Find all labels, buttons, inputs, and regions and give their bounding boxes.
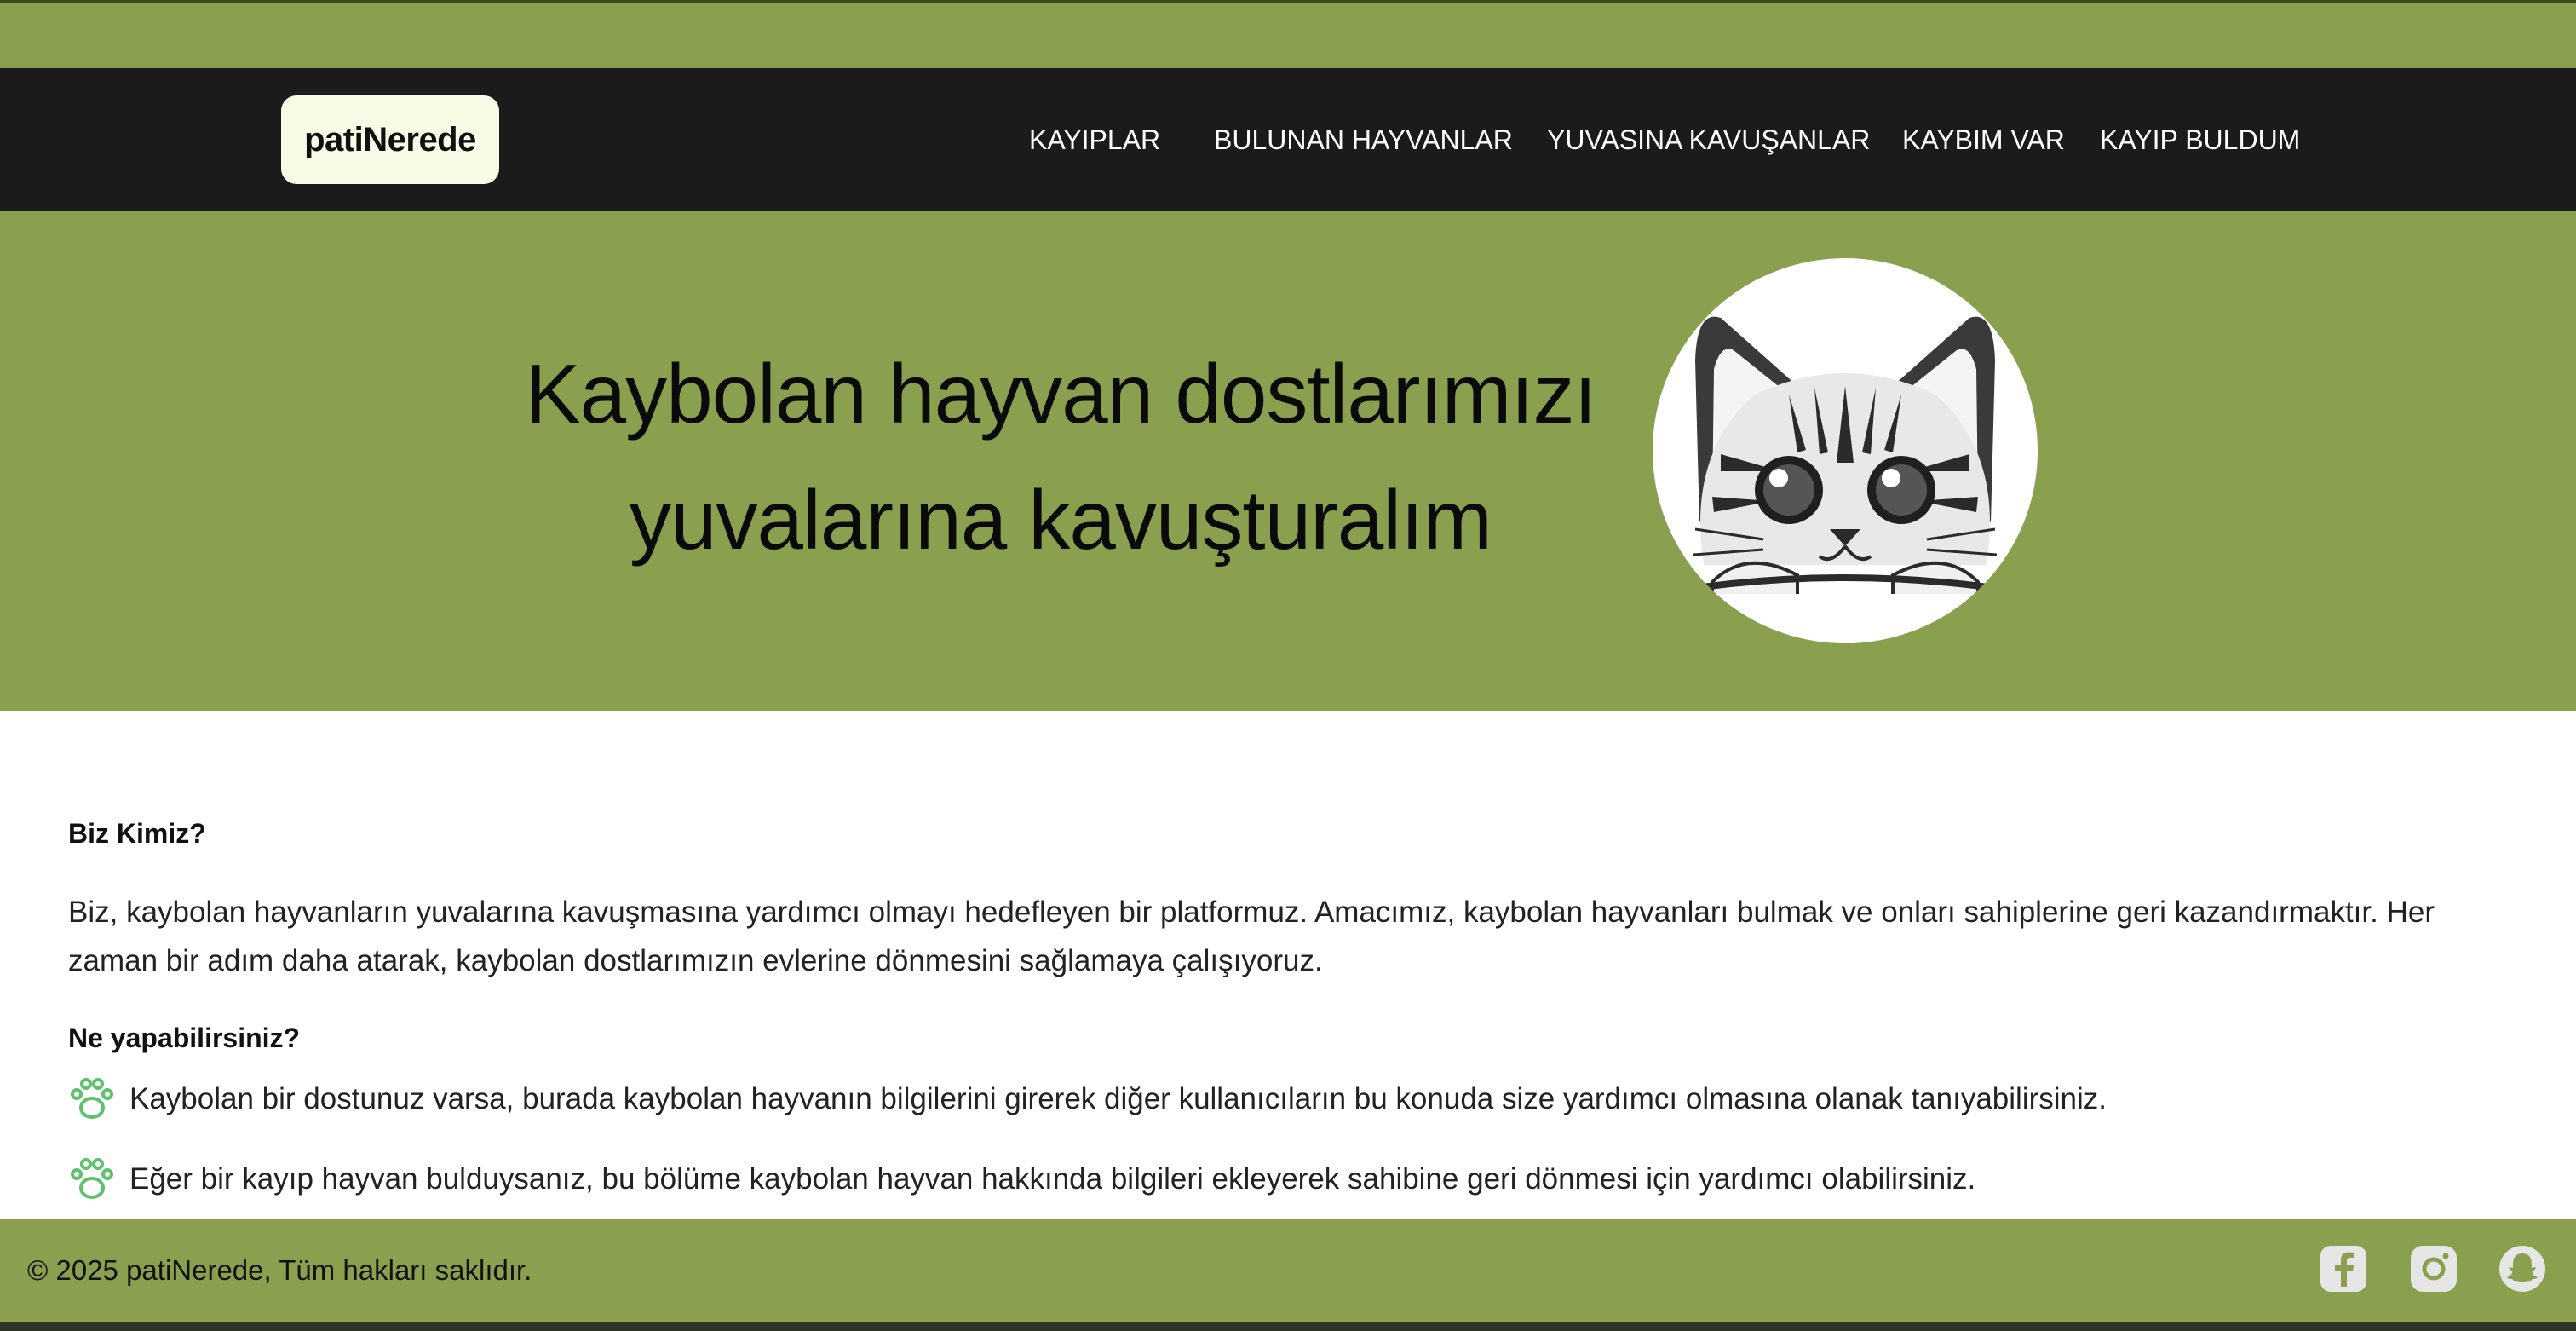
list-item: Eğer bir kayıp hayvan bulduysanız, bu bö… (68, 1154, 1975, 1205)
main-content: Biz Kimiz? Biz, kaybolan hayvanların yuv… (0, 711, 2576, 1219)
navbar: patiNerede KAYIPLAR BULUNAN HAYVANLAR YU… (0, 68, 2576, 211)
hero-section: Kaybolan hayvan dostlarımızı yuvalarına … (0, 211, 2576, 711)
bottom-strip (0, 1322, 2576, 1331)
cat-icon (1653, 316, 2038, 643)
about-paragraph-line2: zaman bir adım daha atarak, kaybolan dos… (68, 944, 1323, 977)
about-paragraph-line1: Biz, kaybolan hayvanların yuvalarına kav… (68, 896, 2435, 929)
hero-title-line2: yuvalarına kavuşturalım (630, 473, 1492, 567)
paw-icon (71, 1078, 113, 1119)
list-item-text: Kaybolan bir dostunuz varsa, burada kayb… (129, 1082, 2107, 1115)
about-paragraph: Biz, kaybolan hayvanların yuvalarına kav… (68, 888, 2504, 985)
top-banner-strip (0, 0, 2576, 68)
peeking-cat-illustration (1653, 258, 2038, 643)
list-item-text: Eğer bir kayıp hayvan bulduysanız, bu bö… (129, 1162, 1976, 1196)
nav-item-kaybim-var[interactable]: KAYBIM VAR (1902, 68, 2065, 211)
hero-title: Kaybolan hayvan dostlarımızı yuvalarına … (477, 331, 1644, 583)
nav-item-kayip-buldum[interactable]: KAYIP BULDUM (2100, 68, 2300, 211)
nav-item-yuvasina-kavusanlar[interactable]: YUVASINA KAVUŞANLAR (1547, 68, 1870, 211)
footer: © 2025 patiNerede, Tüm hakları saklıdır. (0, 1219, 2576, 1322)
copyright-text: © 2025 patiNerede, Tüm hakları saklıdır. (27, 1254, 532, 1286)
instagram-icon[interactable] (2409, 1244, 2458, 1294)
hero-title-line1: Kaybolan hayvan dostlarımızı (525, 347, 1597, 441)
list-item: Kaybolan bir dostunuz varsa, burada kayb… (68, 1074, 2107, 1125)
snapchat-icon[interactable] (2498, 1244, 2547, 1294)
about-heading: Biz Kimiz? (68, 818, 206, 849)
actions-heading: Ne yapabilirsiniz? (68, 1023, 301, 1053)
paw-icon (71, 1158, 113, 1199)
nav-item-bulunan-hayvanlar[interactable]: BULUNAN HAYVANLAR (1214, 68, 1513, 211)
facebook-icon[interactable] (2319, 1244, 2368, 1294)
nav-item-kayiplar[interactable]: KAYIPLAR (1029, 68, 1160, 211)
main-nav: KAYIPLAR BULUNAN HAYVANLAR YUVASINA KAVU… (0, 68, 2576, 211)
